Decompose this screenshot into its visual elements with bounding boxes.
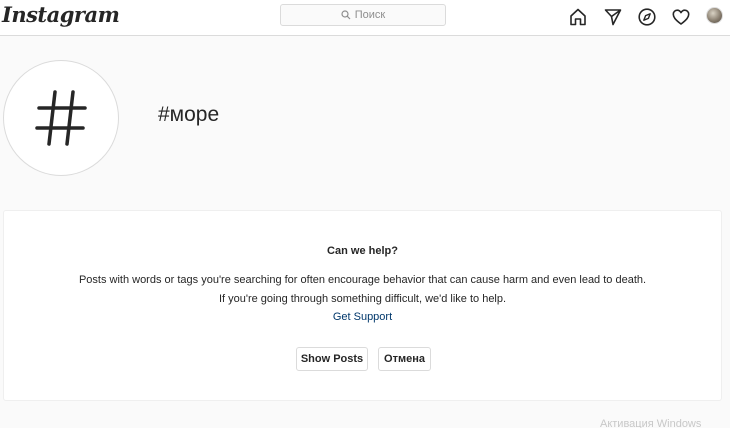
help-dialog: Can we help? Posts with words or tags yo…	[3, 210, 722, 401]
help-title: Can we help?	[327, 245, 398, 257]
show-posts-button[interactable]: Show Posts	[296, 347, 368, 371]
hashtag-title: #море	[158, 103, 220, 126]
top-navigation-bar: Instagram Поиск	[0, 0, 730, 36]
profile-avatar[interactable]	[706, 7, 723, 24]
search-placeholder: Поиск	[354, 9, 386, 21]
windows-activation-watermark: Активация Windows	[600, 418, 702, 428]
help-message-line-2: If you're going through something diffic…	[218, 293, 507, 305]
direct-icon[interactable]	[602, 6, 624, 28]
home-icon[interactable]	[567, 6, 589, 28]
search-input[interactable]: Поиск	[280, 4, 446, 26]
hashtag-avatar	[3, 60, 119, 176]
search-icon	[341, 10, 351, 20]
help-message-line-1: Posts with words or tags you're searchin…	[78, 274, 647, 286]
cancel-button[interactable]: Отмена	[378, 347, 431, 371]
activity-icon[interactable]	[670, 6, 692, 28]
explore-icon[interactable]	[636, 6, 658, 28]
instagram-logo[interactable]: Instagram	[2, 2, 120, 27]
get-support-link[interactable]: Get Support	[4, 311, 721, 323]
hashtag-icon	[35, 90, 87, 146]
